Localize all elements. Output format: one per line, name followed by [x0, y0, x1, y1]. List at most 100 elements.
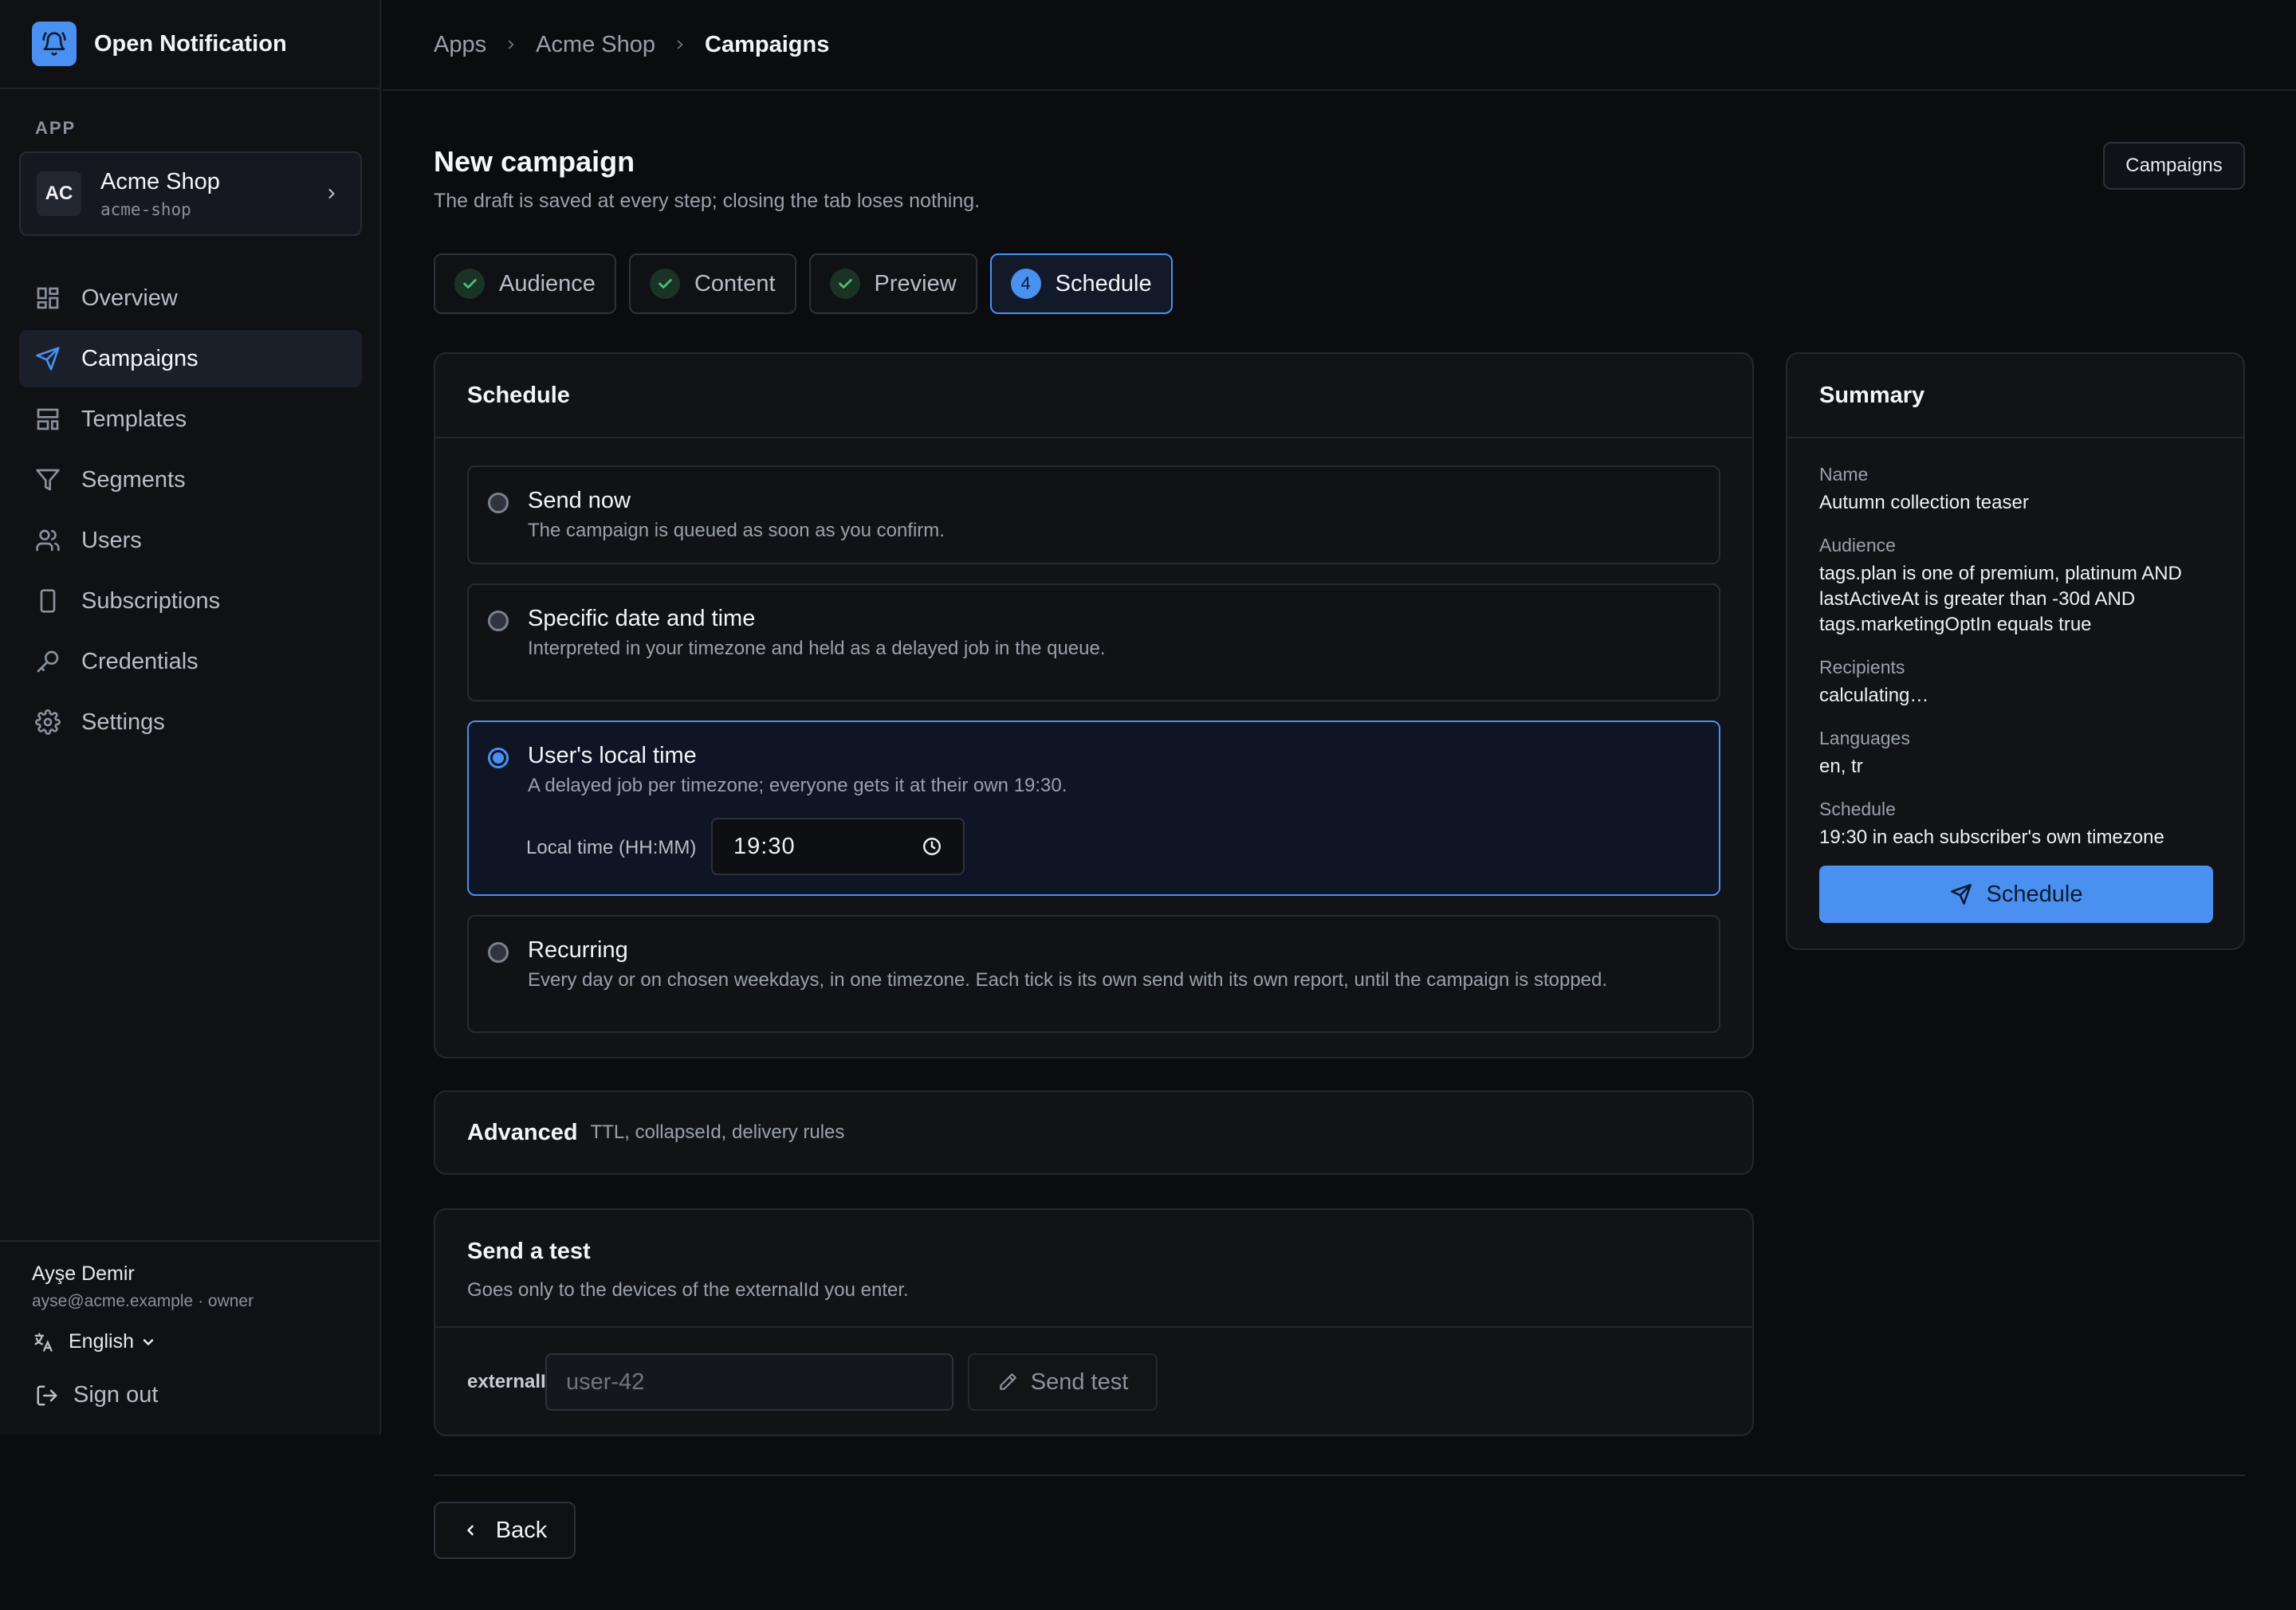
option-title: User's local time [528, 743, 697, 768]
send-test-label: Send test [1030, 1368, 1129, 1395]
summary-name-value: Autumn collection teaser [1819, 492, 2029, 513]
schedule-button[interactable]: Schedule [1819, 866, 2213, 923]
send-test-title: Send a test [467, 1239, 591, 1264]
check-icon [829, 269, 860, 299]
option-recurring[interactable]: Recurring Every day or on chosen weekday… [467, 915, 1720, 1033]
brand-name: Open Notification [94, 30, 287, 57]
summary-card: Summary Name Autumn collection teaser Au… [1786, 352, 2245, 950]
send-test-desc: Goes only to the devices of the external… [467, 1279, 909, 1301]
layout-grid-icon [37, 287, 59, 309]
brand[interactable]: Open Notification [0, 0, 379, 89]
sidebar-item-campaigns[interactable]: Campaigns [19, 330, 362, 387]
sign-out-button[interactable]: Sign out [32, 1382, 381, 1408]
step-number: 4 [1010, 269, 1041, 299]
step-label: Content [694, 270, 776, 296]
option-title: Specific date and time [528, 606, 756, 631]
wizard-steps: Audience Content Preview 4 Schedule [434, 253, 1173, 314]
check-icon [649, 269, 680, 299]
send-test-card: Send a test Goes only to the devices of … [434, 1208, 1754, 1436]
sidebar-item-users[interactable]: Users [19, 512, 362, 569]
log-out-icon [37, 1385, 57, 1405]
user-name: Ayşe Demir [32, 1262, 135, 1285]
schedule-heading: Schedule [435, 354, 1752, 438]
chevron-right-icon [328, 188, 335, 199]
send-icon [1950, 884, 1972, 905]
breadcrumb-apps[interactable]: Apps [434, 32, 486, 58]
radio-local-time[interactable] [488, 748, 509, 768]
gear-icon [35, 709, 61, 735]
summary-schedule-value: 19:30 in each subscriber's own timezone [1819, 827, 2164, 848]
breadcrumb: Apps Acme Shop Campaigns [383, 0, 2296, 91]
check-icon [454, 269, 485, 299]
back-label: Back [495, 1517, 548, 1543]
sidebar-item-settings[interactable]: Settings [19, 693, 362, 751]
sidebar-item-label: Credentials [81, 648, 199, 674]
step-label: Preview [874, 270, 957, 296]
local-time-input[interactable]: 19:30 [711, 818, 965, 875]
breadcrumb-current: Campaigns [705, 31, 830, 57]
radio-recurring[interactable] [488, 942, 509, 963]
sidebar-item-label: Subscriptions [81, 587, 221, 614]
option-specific-time[interactable]: Specific date and time Interpreted in yo… [467, 583, 1720, 701]
users-icon [36, 529, 60, 552]
filter-icon [36, 469, 60, 491]
device-icon [40, 589, 56, 613]
page-subtitle: The draft is saved at every step; closin… [434, 190, 981, 212]
radio-specific-time[interactable] [488, 611, 509, 631]
step-preview[interactable]: Preview [808, 253, 977, 314]
option-title: Send now [528, 488, 631, 513]
summary-label: Name [1819, 464, 1869, 485]
sidebar-item-label: Settings [81, 709, 165, 735]
chevron-down-icon [143, 1338, 154, 1345]
send-test-button[interactable]: Send test [968, 1353, 1158, 1411]
external-id-label: externalId [467, 1371, 558, 1392]
user-meta: ayse@acme.example · owner [32, 1292, 254, 1310]
user-block: Ayşe Demir ayse@acme.example · owner Eng… [0, 1240, 381, 1408]
app-avatar: AC [37, 171, 81, 216]
external-id-input[interactable]: user-42 [545, 1353, 953, 1411]
clock-icon[interactable] [922, 836, 942, 857]
sidebar-item-subscriptions[interactable]: Subscriptions [19, 572, 362, 630]
breadcrumb-app[interactable]: Acme Shop [536, 32, 655, 58]
sidebar-item-label: Campaigns [81, 345, 199, 371]
sidebar-item-credentials[interactable]: Credentials [19, 633, 362, 690]
option-desc: Interpreted in your timezone and held as… [528, 638, 1106, 659]
advanced-hint: TTL, collapseId, delivery rules [590, 1121, 845, 1143]
advanced-section[interactable]: Advanced TTL, collapseId, delivery rules [434, 1090, 1754, 1175]
option-send-now[interactable]: Send now The campaign is queued as soon … [467, 465, 1720, 564]
summary-label: Schedule [1819, 799, 1896, 819]
advanced-title: Advanced [467, 1119, 578, 1145]
sidebar-item-overview[interactable]: Overview [19, 269, 362, 327]
key-icon [37, 650, 59, 673]
step-label: Schedule [1055, 270, 1152, 296]
summary-label: Audience [1819, 535, 1896, 556]
sidebar-item-label: Templates [81, 406, 187, 432]
step-schedule[interactable]: 4 Schedule [989, 253, 1173, 314]
language-select[interactable]: English [32, 1330, 381, 1353]
option-local-time[interactable]: User's local time A delayed job per time… [467, 721, 1720, 896]
bell-icon [32, 22, 77, 66]
app-switcher[interactable]: AC Acme Shop acme-shop [19, 151, 362, 236]
back-button[interactable]: Back [434, 1502, 576, 1559]
send-icon [36, 347, 60, 371]
campaigns-button[interactable]: Campaigns [2103, 142, 2245, 190]
chevron-right-icon [677, 40, 683, 49]
sign-out-label: Sign out [73, 1382, 159, 1408]
step-audience[interactable]: Audience [434, 253, 616, 314]
sidebar-item-segments[interactable]: Segments [19, 451, 362, 509]
summary-label: Languages [1819, 728, 1910, 748]
sidebar-item-templates[interactable]: Templates [19, 391, 362, 448]
page-title: New campaign [434, 145, 635, 178]
section-label: APP [35, 118, 77, 138]
step-content[interactable]: Content [628, 253, 796, 314]
summary-languages-value: en, tr [1819, 756, 1863, 777]
option-desc: Every day or on chosen weekdays, in one … [528, 969, 1608, 991]
summary-audience-value: tags.plan is one of premium, platinum AN… [1819, 563, 2182, 635]
language-label: English [69, 1330, 134, 1353]
option-title: Recurring [528, 937, 628, 963]
option-desc: The campaign is queued as soon as you co… [528, 520, 945, 541]
chevron-right-icon [508, 40, 514, 49]
divider [434, 1475, 2245, 1476]
local-time-label: Local time (HH:MM) [526, 837, 697, 858]
radio-send-now[interactable] [488, 493, 509, 513]
